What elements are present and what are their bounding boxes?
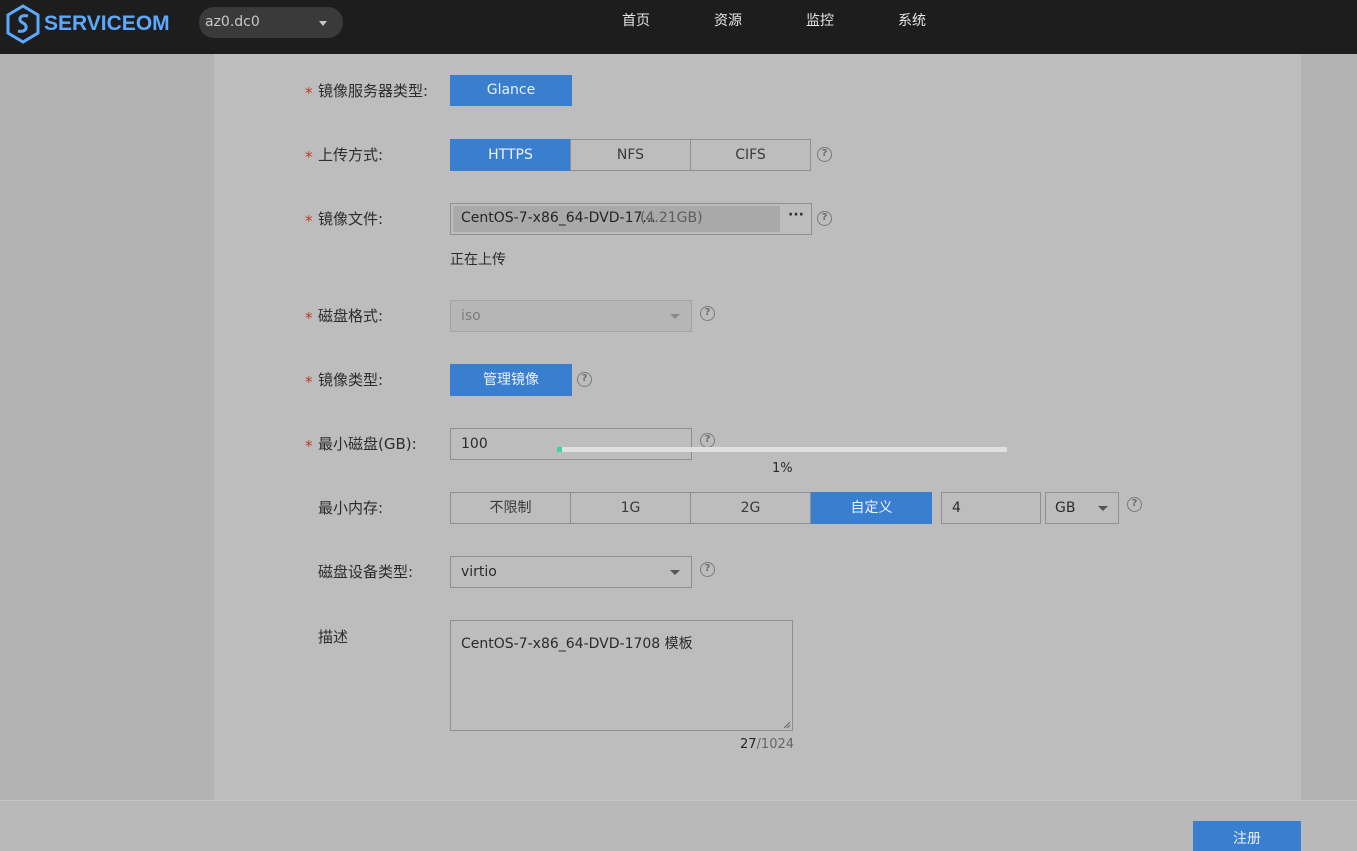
min-memory-label: 最小内存: <box>318 499 384 517</box>
required-mark: * <box>305 373 313 391</box>
help-icon[interactable]: ? <box>817 211 832 226</box>
disk-format-select[interactable]: iso <box>450 300 692 332</box>
chevron-down-icon <box>1098 506 1108 511</box>
chevron-down-icon <box>670 314 680 319</box>
upload-option-cifs[interactable]: CIFS <box>690 139 811 171</box>
help-icon[interactable]: ? <box>700 306 715 321</box>
required-mark: * <box>305 84 313 102</box>
description-textarea[interactable]: CentOS-7-x86_64-DVD-1708 模板 <box>450 620 793 731</box>
server-type-label: 镜像服务器类型: <box>318 82 429 100</box>
nav-monitor[interactable]: 监控 <box>806 0 834 42</box>
disk-bus-value: virtio <box>461 564 497 580</box>
region-label: az0.dc0 <box>205 14 260 30</box>
image-file-label: 镜像文件: <box>318 210 384 228</box>
file-chip: CentOS-7-x86_64-DVD-17... (4.21GB) <box>453 206 780 232</box>
upload-progress-bar <box>557 447 1007 452</box>
char-count: 27 <box>740 737 757 752</box>
required-mark: * <box>305 309 313 327</box>
help-icon[interactable]: ? <box>1127 497 1142 512</box>
memory-unit: GB <box>1055 500 1076 516</box>
memory-option-1g[interactable]: 1G <box>570 492 691 524</box>
memory-value-input[interactable]: 4 <box>941 492 1041 524</box>
help-icon[interactable]: ? <box>700 433 715 448</box>
footer-bar: 注册 <box>0 800 1357 851</box>
memory-value: 4 <box>952 500 961 516</box>
upload-status: 正在上传 <box>450 252 506 268</box>
char-max: /1024 <box>756 737 795 752</box>
help-icon[interactable]: ? <box>577 372 592 387</box>
resize-handle-icon[interactable] <box>783 721 791 729</box>
required-mark: * <box>305 212 313 230</box>
top-navigation-bar: SERVICEOM az0.dc0 首页 资源 监控 系统 <box>0 0 1357 54</box>
image-type-management[interactable]: 管理镜像 <box>450 364 572 396</box>
memory-option-custom[interactable]: 自定义 <box>811 492 932 524</box>
nav-home[interactable]: 首页 <box>622 0 650 42</box>
min-disk-value: 100 <box>461 436 488 452</box>
image-file-field[interactable]: CentOS-7-x86_64-DVD-17... (4.21GB) ··· <box>450 203 812 235</box>
chevron-down-icon <box>319 21 327 26</box>
upload-option-https[interactable]: HTTPS <box>450 139 571 171</box>
serviceom-logo-icon <box>6 4 40 44</box>
min-disk-label: 最小磁盘(GB): <box>318 435 417 453</box>
nav-system[interactable]: 系统 <box>898 0 926 42</box>
upload-method-label: 上传方式: <box>318 146 384 164</box>
register-button[interactable]: 注册 <box>1193 821 1301 851</box>
description-value: CentOS-7-x86_64-DVD-1708 模板 <box>461 636 693 652</box>
nav-resources[interactable]: 资源 <box>714 0 742 42</box>
required-mark: * <box>305 437 313 455</box>
description-label: 描述 <box>318 628 349 646</box>
memory-unit-select[interactable]: GB <box>1045 492 1119 524</box>
memory-option-unlimited[interactable]: 不限制 <box>450 492 571 524</box>
disk-bus-label: 磁盘设备类型: <box>318 563 414 581</box>
more-icon[interactable]: ··· <box>788 207 804 223</box>
region-selector[interactable]: az0.dc0 <box>199 7 343 38</box>
file-size: (4.21GB) <box>640 210 703 226</box>
upload-progress-fill <box>557 447 562 452</box>
logo-text: SERVICEOM <box>44 12 170 36</box>
server-type-glance[interactable]: Glance <box>450 75 572 106</box>
disk-bus-select[interactable]: virtio <box>450 556 692 588</box>
help-icon[interactable]: ? <box>700 562 715 577</box>
logo[interactable]: SERVICEOM <box>6 4 170 44</box>
memory-option-2g[interactable]: 2G <box>690 492 811 524</box>
help-icon[interactable]: ? <box>817 147 832 162</box>
image-type-label: 镜像类型: <box>318 371 384 389</box>
description-char-count: 27/1024 <box>740 737 794 752</box>
min-disk-input[interactable]: 100 <box>450 428 692 460</box>
upload-option-nfs[interactable]: NFS <box>570 139 691 171</box>
required-mark: * <box>305 148 313 166</box>
logo-text-label: SERVICEOM <box>44 12 170 35</box>
upload-progress-percent: 1% <box>772 461 793 476</box>
chevron-down-icon <box>670 570 680 575</box>
disk-format-value: iso <box>461 308 481 324</box>
file-name: CentOS-7-x86_64-DVD-17... <box>461 210 656 226</box>
disk-format-label: 磁盘格式: <box>318 307 384 325</box>
